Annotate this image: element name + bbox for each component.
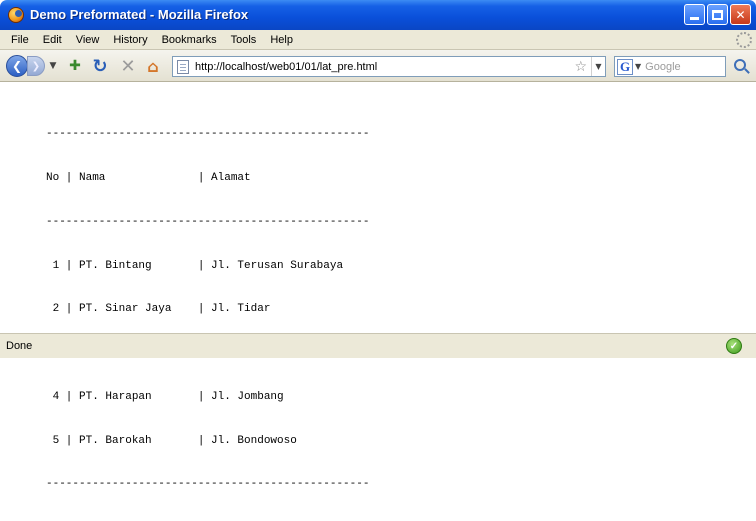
menu-bar: File Edit View History Bookmarks Tools H… — [0, 30, 756, 50]
search-input[interactable]: Google — [645, 61, 680, 73]
pre-divider-bottom: ----------------------------------------… — [46, 478, 370, 491]
menu-view[interactable]: View — [69, 34, 107, 46]
url-text[interactable]: http://localhost/web01/01/lat_pre.html — [195, 61, 574, 73]
bookmark-add-icon: ✚ — [69, 58, 81, 74]
page-content: ----------------------------------------… — [0, 83, 756, 490]
firefox-logo-icon — [8, 7, 24, 23]
navigation-toolbar: ❮ ❯ ▼ ✚ ↻ ✕ ⌂ http://localhost/web01/01/… — [0, 50, 756, 82]
pre-header-row: No | Nama | Alamat — [46, 171, 251, 184]
stop-button[interactable]: ✕ — [118, 55, 138, 77]
home-icon: ⌂ — [147, 56, 159, 76]
chevron-down-icon: ▼ — [49, 61, 57, 71]
menu-bookmarks[interactable]: Bookmarks — [155, 34, 224, 46]
menu-tools[interactable]: Tools — [224, 34, 264, 46]
window-title: Demo Preformated - Mozilla Firefox — [30, 7, 249, 22]
google-icon[interactable]: G — [617, 58, 633, 75]
menu-help[interactable]: Help — [263, 34, 300, 46]
url-dropdown-button[interactable]: ▼ — [591, 57, 605, 76]
status-text: Done — [6, 340, 33, 352]
pre-divider-top: ----------------------------------------… — [46, 128, 370, 141]
pre-row: 2 | PT. Sinar Jaya | Jl. Tidar — [46, 303, 271, 316]
history-dropdown-button[interactable]: ▼ — [48, 55, 58, 77]
reload-icon: ↻ — [92, 55, 108, 77]
pre-divider-mid: ----------------------------------------… — [46, 215, 370, 228]
status-bar: Done ✓ — [0, 333, 756, 358]
preformatted-block: ----------------------------------------… — [46, 98, 369, 521]
close-icon: ✕ — [735, 7, 746, 22]
page-icon — [177, 59, 189, 74]
pre-row: 4 | PT. Harapan | Jl. Jombang — [46, 390, 284, 403]
browser-window: Demo Preformated - Mozilla Firefox ✕ Fil… — [0, 0, 756, 490]
address-bar[interactable]: http://localhost/web01/01/lat_pre.html ☆… — [172, 56, 606, 77]
minimize-icon — [690, 17, 699, 20]
bookmark-star-icon[interactable]: ☆ — [574, 59, 587, 75]
magnifier-icon[interactable] — [734, 59, 746, 71]
search-engine-dropdown[interactable]: ▼ — [635, 62, 641, 71]
maximize-icon — [712, 9, 723, 20]
stop-icon: ✕ — [120, 55, 136, 77]
maximize-button[interactable] — [707, 4, 728, 25]
home-button[interactable]: ⌂ — [143, 55, 163, 77]
close-button[interactable]: ✕ — [730, 4, 751, 25]
back-arrow-icon: ❮ — [11, 59, 23, 73]
search-box[interactable]: G ▼ Google — [614, 56, 726, 77]
minimize-button[interactable] — [684, 4, 705, 25]
pre-row: 5 | PT. Barokah | Jl. Bondowoso — [46, 434, 297, 447]
menu-edit[interactable]: Edit — [36, 34, 69, 46]
title-bar: Demo Preformated - Mozilla Firefox ✕ — [0, 0, 756, 30]
back-button[interactable]: ❮ — [6, 55, 28, 77]
activity-throbber-icon — [736, 32, 752, 48]
forward-button[interactable]: ❯ — [27, 56, 45, 76]
bookmark-page-button[interactable]: ✚ — [66, 55, 84, 77]
menu-file[interactable]: File — [4, 34, 36, 46]
menu-history[interactable]: History — [106, 34, 154, 46]
pre-row: 1 | PT. Bintang | Jl. Terusan Surabaya — [46, 259, 344, 272]
forward-arrow-icon: ❯ — [31, 60, 41, 72]
check-icon: ✓ — [726, 338, 742, 354]
reload-button[interactable]: ↻ — [90, 55, 110, 77]
